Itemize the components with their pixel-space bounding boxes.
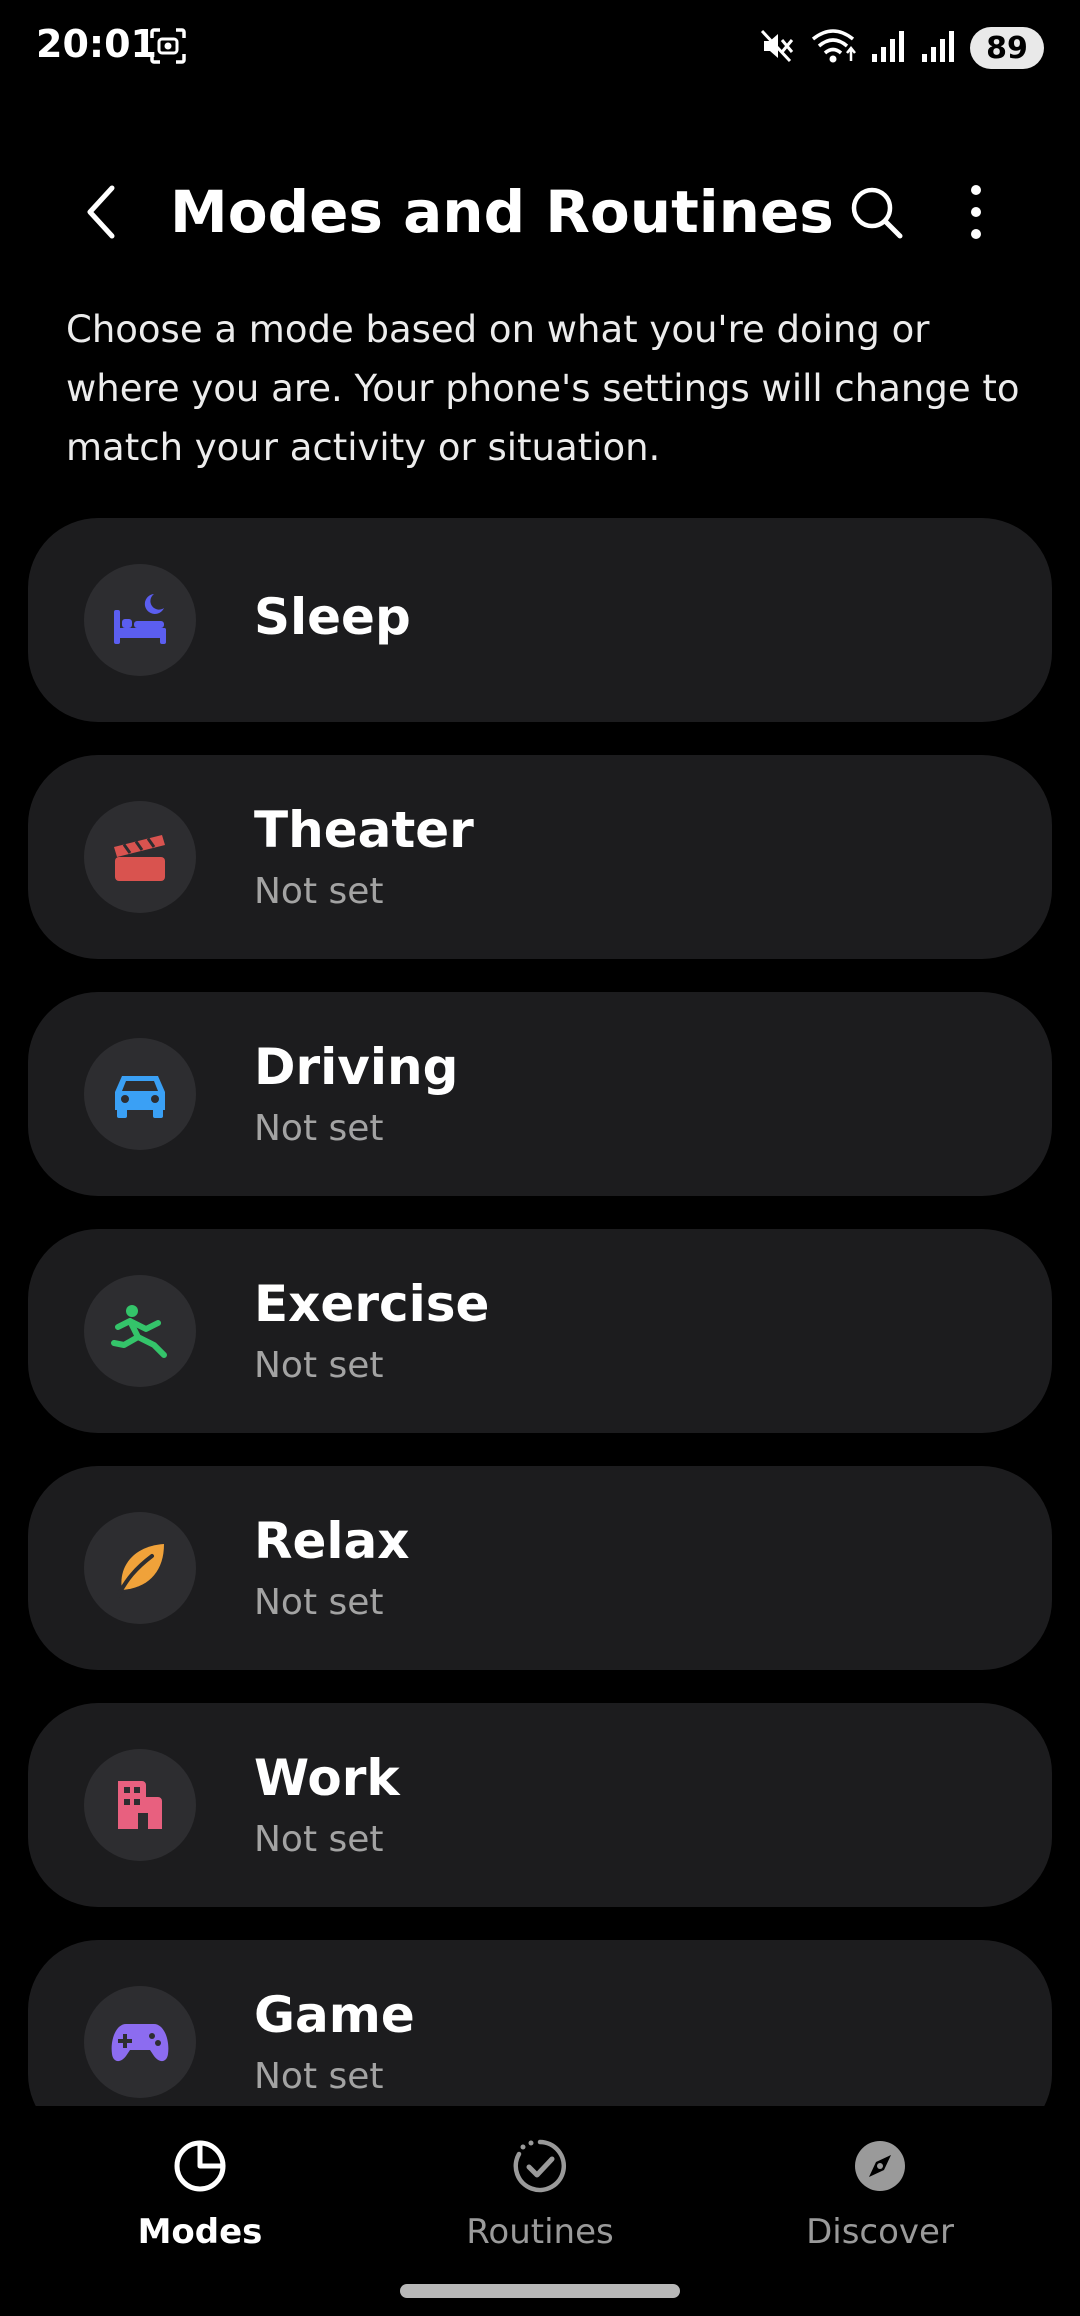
- mode-card-game[interactable]: Game Not set: [28, 1940, 1052, 2106]
- runner-icon: [111, 1305, 167, 1358]
- mode-card-work[interactable]: Work Not set: [28, 1703, 1052, 1907]
- nav-tab-discover[interactable]: Discover: [730, 2128, 1030, 2278]
- modes-pie-icon: [174, 2140, 226, 2192]
- nav-label: Discover: [806, 2212, 954, 2252]
- mode-name: Driving: [254, 1038, 459, 1096]
- mode-name: Game: [254, 1986, 415, 2044]
- signal-icon: [870, 28, 906, 68]
- mode-name: Theater: [254, 801, 474, 859]
- nav-label: Modes: [137, 2212, 263, 2252]
- leaf-icon: [116, 1544, 164, 1598]
- home-indicator[interactable]: [400, 2284, 680, 2298]
- building-icon: [118, 1781, 162, 1829]
- mode-card-theater[interactable]: Theater Not set: [28, 755, 1052, 959]
- bed-moon-icon: [114, 594, 166, 644]
- mode-card-relax[interactable]: Relax Not set: [28, 1466, 1052, 1670]
- status-bar: 20:01 89: [0, 0, 1080, 96]
- gamepad-icon: [111, 2024, 169, 2062]
- back-button[interactable]: [66, 176, 138, 248]
- status-icons: 89: [758, 22, 1044, 74]
- back-arrow-icon: [87, 185, 115, 239]
- mode-name: Exercise: [254, 1275, 490, 1333]
- page-title: Modes and Routines: [170, 178, 834, 246]
- mode-status: Not set: [254, 1819, 384, 1860]
- mode-list: Sleep Theater Not set Driving Not set Ex…: [28, 518, 1052, 2106]
- status-time: 20:01: [36, 22, 157, 66]
- compass-icon: [855, 2141, 905, 2191]
- mute-icon: [758, 27, 796, 69]
- mode-name: Relax: [254, 1512, 410, 1570]
- mode-status: Not set: [254, 2056, 384, 2097]
- nav-tab-routines[interactable]: Routines: [390, 2128, 690, 2278]
- screenshot-icon: [148, 26, 188, 66]
- app-bar: Modes and Routines: [0, 150, 1080, 274]
- more-vertical-icon: [971, 185, 981, 239]
- mode-name: Work: [254, 1749, 400, 1807]
- mode-status: Not set: [254, 1108, 384, 1149]
- search-button[interactable]: [842, 178, 910, 246]
- more-options-button[interactable]: [946, 178, 1006, 246]
- wifi-icon: [810, 27, 856, 69]
- mode-status: Not set: [254, 871, 384, 912]
- routines-check-icon: [513, 2139, 567, 2193]
- search-icon: [851, 187, 903, 239]
- page-description: Choose a mode based on what you're doing…: [66, 308, 1020, 469]
- mode-name: Sleep: [254, 588, 411, 646]
- mode-card-sleep[interactable]: Sleep: [28, 518, 1052, 722]
- mode-status: Not set: [254, 1345, 384, 1386]
- mode-card-exercise[interactable]: Exercise Not set: [28, 1229, 1052, 1433]
- clapperboard-icon: [114, 835, 165, 881]
- battery-icon: 89: [970, 27, 1044, 69]
- mode-card-driving[interactable]: Driving Not set: [28, 992, 1052, 1196]
- mode-status: Not set: [254, 1582, 384, 1623]
- signal-icon: [920, 28, 956, 68]
- nav-label: Routines: [466, 2212, 614, 2252]
- nav-tab-modes[interactable]: Modes: [50, 2128, 350, 2278]
- car-icon: [115, 1076, 165, 1118]
